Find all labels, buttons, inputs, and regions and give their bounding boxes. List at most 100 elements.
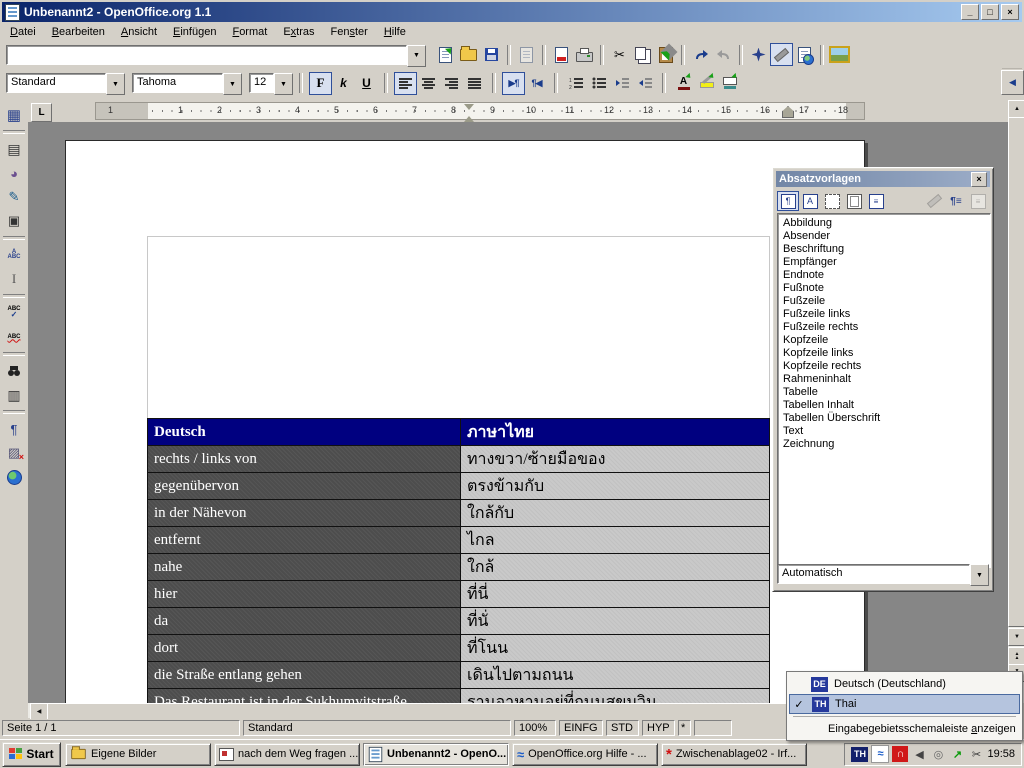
update-style-button[interactable]: ≡ bbox=[967, 191, 989, 211]
style-filter-value[interactable]: Automatisch bbox=[777, 564, 970, 584]
language-menu-item-thai[interactable]: ✓ TH Thai bbox=[789, 694, 1020, 714]
insert-object-button[interactable]: ◕ bbox=[2, 162, 26, 184]
menu-bearbeiten[interactable]: Bearbeiten bbox=[44, 24, 113, 40]
highlighting-button[interactable] bbox=[695, 72, 718, 95]
language-menu-item-german[interactable]: DE Deutsch (Deutschland) bbox=[789, 674, 1020, 694]
character-styles-button[interactable]: A bbox=[799, 191, 821, 211]
style-item[interactable]: Abbildung bbox=[778, 217, 990, 230]
style-dropdown-icon[interactable]: ▼ bbox=[106, 73, 125, 95]
maximize-button[interactable]: □ bbox=[981, 4, 999, 20]
frame-styles-button[interactable] bbox=[821, 191, 843, 211]
german-thai-table[interactable]: Deutsch ภาษาไทย rechts / links vonทางขวา… bbox=[147, 418, 770, 703]
ooo-quickstart-icon[interactable]: ≈ bbox=[871, 745, 889, 763]
document-page[interactable]: Deutsch ภาษาไทย rechts / links vonทางขวา… bbox=[65, 140, 865, 703]
italic-button[interactable]: k bbox=[332, 72, 355, 95]
paragraph-style-value[interactable]: Standard bbox=[6, 73, 106, 93]
stylist-button[interactable] bbox=[770, 43, 793, 66]
style-item[interactable]: Absender bbox=[778, 230, 990, 243]
cell-de[interactable]: Das Restaurant ist in der Sukhumvitstraß… bbox=[148, 689, 461, 703]
spellcheck-button[interactable]: ABC✓ bbox=[2, 302, 26, 324]
increase-indent-button[interactable] bbox=[633, 72, 656, 95]
scroll-left-icon[interactable]: ◀ bbox=[30, 703, 48, 720]
cell-de[interactable]: da bbox=[148, 608, 461, 634]
tab-stop-selector-button[interactable]: L bbox=[31, 103, 52, 122]
table-row[interactable]: naheใกล้ bbox=[148, 554, 769, 581]
tray-language-indicator[interactable]: TH bbox=[851, 747, 868, 762]
print-button[interactable] bbox=[573, 43, 596, 66]
style-item[interactable]: Kopfzeile links bbox=[778, 347, 990, 360]
taskbar-item-unbenannt2[interactable]: Unbenannt2 - OpenO... bbox=[363, 743, 509, 766]
font-name-combobox[interactable]: Tahoma ▼ bbox=[132, 73, 242, 93]
style-list[interactable]: Abbildung Absender Beschriftung Empfänge… bbox=[777, 213, 991, 568]
menu-datei[interactable]: Datei bbox=[2, 24, 44, 40]
cell-de[interactable]: entfernt bbox=[148, 527, 461, 553]
left-to-right-button[interactable]: ▶¶ bbox=[502, 72, 525, 95]
gallery-button[interactable] bbox=[828, 43, 851, 66]
table-header-row[interactable]: Deutsch ภาษาไทย bbox=[148, 419, 769, 446]
table-header-th[interactable]: ภาษาไทย bbox=[461, 419, 769, 445]
style-item[interactable]: Tabellen Inhalt bbox=[778, 399, 990, 412]
taskbar-item-eigene-bilder[interactable]: Eigene Bilder bbox=[65, 743, 211, 766]
status-zoom[interactable]: 100% bbox=[514, 720, 556, 736]
scroll-up-icon[interactable]: ▲ bbox=[1008, 100, 1024, 118]
url-input[interactable] bbox=[6, 45, 407, 65]
draw-functions-button[interactable]: ✎ bbox=[2, 186, 26, 208]
insert-fields-button[interactable]: ▤ bbox=[2, 138, 26, 160]
find-replace-button[interactable] bbox=[2, 360, 26, 382]
menu-fenster[interactable]: Fenster bbox=[323, 24, 376, 40]
menu-einfuegen[interactable]: Einfügen bbox=[165, 24, 224, 40]
menu-extras[interactable]: Extras bbox=[275, 24, 322, 40]
table-row[interactable]: gegenübervonตรงข้ามกับ bbox=[148, 473, 769, 500]
table-row[interactable]: daที่นั่ bbox=[148, 608, 769, 635]
title-bar[interactable]: Unbenannt2 - OpenOffice.org 1.1 _ □ × bbox=[2, 2, 1022, 22]
right-to-left-button[interactable]: ¶◀ bbox=[525, 72, 548, 95]
direct-cursor-button[interactable]: I bbox=[2, 268, 26, 290]
hyperlink-button[interactable] bbox=[793, 43, 816, 66]
background-color-button[interactable] bbox=[718, 72, 741, 95]
bold-button[interactable]: F bbox=[309, 72, 332, 95]
align-right-button[interactable] bbox=[440, 72, 463, 95]
form-functions-button[interactable]: ▣ bbox=[2, 210, 26, 232]
open-button[interactable] bbox=[457, 43, 480, 66]
clock[interactable]: 19:58 bbox=[987, 748, 1015, 760]
style-item[interactable]: Rahmeninhalt bbox=[778, 373, 990, 386]
style-item[interactable]: Tabellen Überschrift bbox=[778, 412, 990, 425]
cell-th[interactable]: ใกล้ bbox=[461, 554, 769, 580]
undo-button[interactable] bbox=[689, 43, 712, 66]
cell-de[interactable]: rechts / links von bbox=[148, 446, 461, 472]
insert-table-button[interactable]: ▦ bbox=[2, 104, 26, 126]
style-item[interactable]: Zeichnung bbox=[778, 438, 990, 451]
taskbar-item-zwischenablage[interactable]: *Zwischenablage02 - Irf... bbox=[661, 743, 807, 766]
style-item[interactable]: Fußzeile rechts bbox=[778, 321, 990, 334]
paragraph-styles-button[interactable]: ¶ bbox=[777, 191, 799, 211]
font-color-button[interactable]: A bbox=[672, 72, 695, 95]
cell-th[interactable]: ใกล้กับ bbox=[461, 500, 769, 526]
decrease-indent-button[interactable] bbox=[610, 72, 633, 95]
copy-button[interactable] bbox=[631, 43, 654, 66]
nonprinting-characters-button[interactable]: ¶ bbox=[2, 418, 26, 440]
indent-marker-bottom[interactable] bbox=[464, 111, 474, 122]
cell-th[interactable]: ที่นั่ bbox=[461, 608, 769, 634]
style-item[interactable]: Tabelle bbox=[778, 386, 990, 399]
export-pdf-button[interactable] bbox=[550, 43, 573, 66]
graphics-toggle-button[interactable]: ▨× bbox=[2, 442, 26, 464]
antivirus-icon[interactable]: ∩ bbox=[892, 746, 908, 762]
cell-de[interactable]: gegenübervon bbox=[148, 473, 461, 499]
font-size-combobox[interactable]: 12 ▼ bbox=[249, 73, 293, 93]
style-item[interactable]: Endnote bbox=[778, 269, 990, 282]
redo-button[interactable] bbox=[712, 43, 735, 66]
scroll-down-icon[interactable]: ▼ bbox=[1008, 628, 1024, 646]
url-combobox[interactable]: ▼ bbox=[6, 45, 426, 65]
cell-de[interactable]: die Straße entlang gehen bbox=[148, 662, 461, 688]
cell-th[interactable]: ทางขวา/ซ้ายมือของ bbox=[461, 446, 769, 472]
cell-de[interactable]: nahe bbox=[148, 554, 461, 580]
minimize-button[interactable]: _ bbox=[961, 4, 979, 20]
style-item[interactable]: Beschriftung bbox=[778, 243, 990, 256]
edit-file-button[interactable] bbox=[515, 43, 538, 66]
save-button[interactable] bbox=[480, 43, 503, 66]
auto-spellcheck-button[interactable]: ABC bbox=[2, 326, 26, 348]
table-row[interactable]: entferntไกล bbox=[148, 527, 769, 554]
numbering-button[interactable]: 12 bbox=[564, 72, 587, 95]
font-size-value[interactable]: 12 bbox=[249, 73, 274, 93]
device-icon[interactable]: ◎ bbox=[930, 746, 946, 762]
